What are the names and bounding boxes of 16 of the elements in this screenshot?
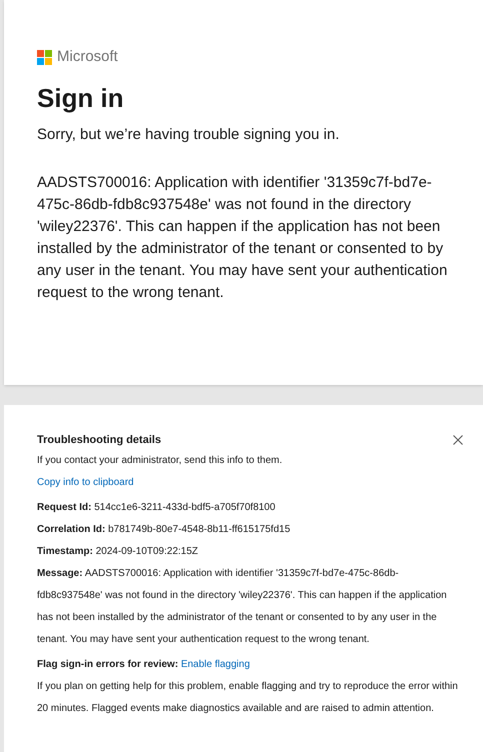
flag-label: Flag sign-in errors for review: — [37, 659, 178, 670]
close-icon[interactable] — [453, 435, 463, 445]
error-message: AADSTS700016: Application with identifier '31359c7f-bd7e-475c-86db-fdb8c937548e' was not found in the directory 'wiley22376'. This can happen if the application has not been installed by the administrator of the tenant or consented to by any user in the tenant. You may have sent your authentication request to the wrong tenant. — [37, 172, 448, 302]
detail-line: Request Id: 514cc1e6-3211-433d-bdf5-a705f70f8100 — [37, 501, 276, 515]
brand-name: Microsoft — [57, 47, 118, 67]
logo-icon — [37, 50, 52, 65]
panel-title: Troubleshooting details — [37, 433, 162, 448]
flag-help-text: If you plan on getting help for this problem, enable flagging and try to reproduce the error within 20 minutes. Flagged events make diagnostics available and are raised to admin attention. — [37, 680, 459, 716]
copy-link[interactable]: Copy info to clipboard — [37, 472, 134, 494]
enable-flagging-link[interactable]: Enable flagging — [180, 659, 250, 670]
intro-text: If you contact your administrator, send this info to them. — [37, 454, 284, 468]
detail-line: Timestamp: 2024-09-10T09:22:15Z — [37, 545, 200, 559]
detail-line: Correlation Id: b781749b-80e7-4548-8b11-ff615175fd15 — [37, 523, 292, 537]
detail-line: Message: AADSTS700016: Application with identifier '31359c7f-bd7e-475c-86db-fdb8c937548e' was not found in the directory 'wiley22376'. This can happen if the application has not been installed by the administrator of the tenant or consented to by any user in the tenant. You may have sent your authentication request to the wrong tenant. — [37, 567, 448, 647]
subtitle: Sorry, but we’re having trouble signing you in. — [37, 124, 340, 144]
page-title: Sign in — [37, 82, 125, 114]
